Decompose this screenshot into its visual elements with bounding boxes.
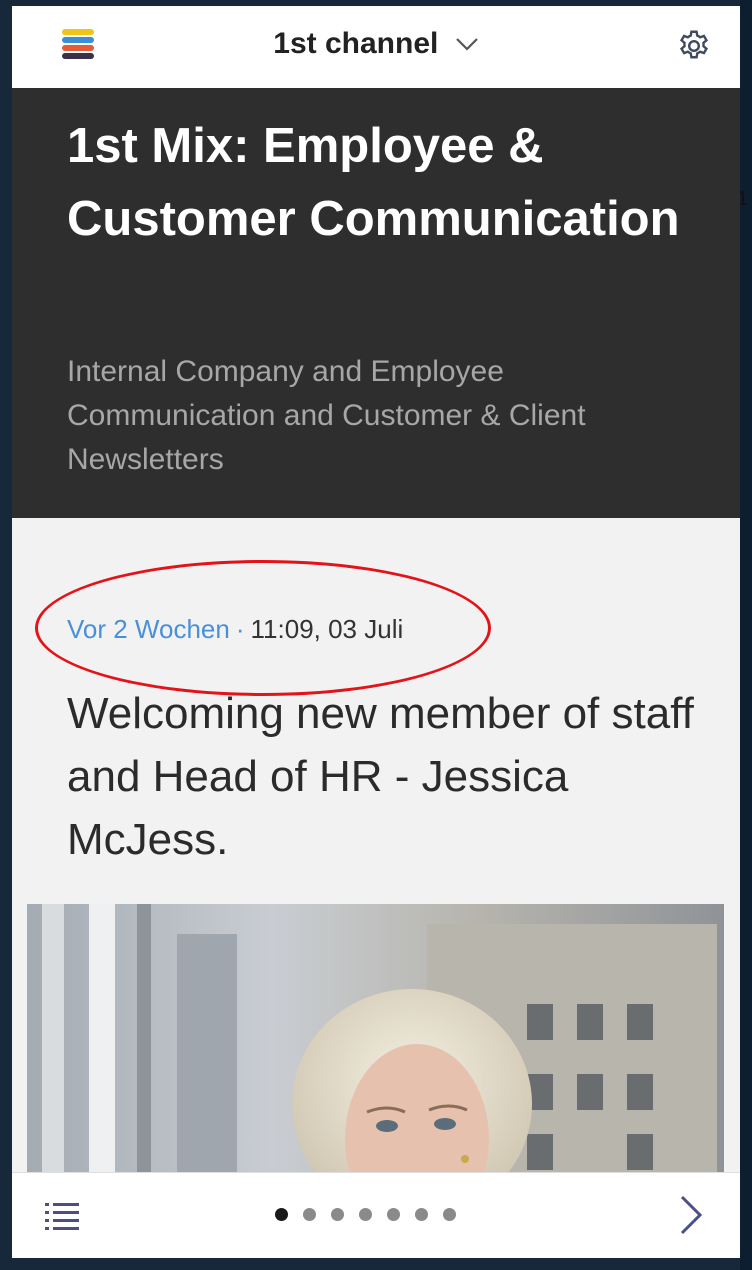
page-dot[interactable]	[359, 1208, 372, 1221]
gear-icon[interactable]	[676, 28, 712, 64]
top-bar: 1st channel	[12, 6, 740, 89]
article-meta: Vor 2 Wochen · 11:09, 03 Juli	[67, 614, 403, 645]
bottom-bar	[12, 1172, 740, 1258]
app-frame: 1st channel 1st Mix: Employee & Customer…	[12, 6, 740, 1258]
channel-hero: 1st Mix: Employee & Customer Communicati…	[12, 88, 740, 518]
page-dot[interactable]	[443, 1208, 456, 1221]
page-dot[interactable]	[415, 1208, 428, 1221]
hero-subtitle: Internal Company and Employee Communicat…	[67, 355, 586, 476]
page-dot[interactable]	[275, 1208, 288, 1221]
page-dot[interactable]	[387, 1208, 400, 1221]
hero-title: 1st Mix: Employee & Customer Communicati…	[67, 119, 680, 246]
meta-separator: ·	[235, 614, 245, 644]
article-title[interactable]: Welcoming new member of staff and Head o…	[67, 682, 707, 871]
article-photo[interactable]	[27, 904, 724, 1179]
article-timestamp: 11:09, 03 Juli	[250, 614, 404, 644]
channel-title: 1st channel	[273, 27, 439, 61]
chevron-right-icon[interactable]	[672, 1193, 708, 1237]
page-indicator	[275, 1208, 456, 1224]
channel-selector[interactable]: 1st channel	[12, 26, 740, 61]
relative-time: Vor 2 Wochen	[67, 614, 230, 644]
list-icon[interactable]	[43, 1199, 83, 1235]
page-dot[interactable]	[331, 1208, 344, 1221]
chevron-down-icon	[455, 38, 478, 51]
page-dot[interactable]	[303, 1208, 316, 1221]
